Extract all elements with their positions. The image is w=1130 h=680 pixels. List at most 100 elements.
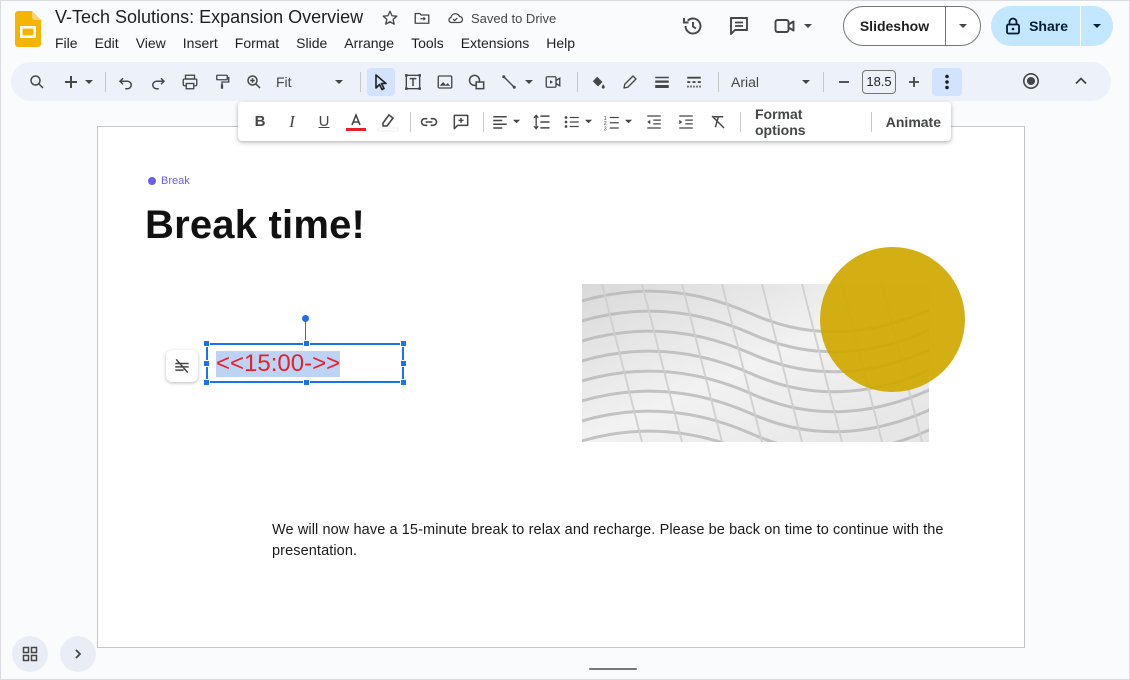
line-spacing-icon[interactable]: [528, 108, 556, 136]
border-color-icon[interactable]: [616, 68, 644, 96]
select-tool-icon[interactable]: [367, 67, 395, 96]
decorative-gold-circle[interactable]: [820, 247, 965, 392]
record-icon[interactable]: [1017, 67, 1045, 95]
border-weight-icon[interactable]: [648, 68, 676, 96]
menu-tools[interactable]: Tools: [411, 33, 450, 53]
chevron-down-icon: [959, 24, 968, 28]
zoom-value: Fit: [276, 73, 292, 90]
increase-font-size-icon[interactable]: [900, 68, 928, 96]
timer-text[interactable]: <<15:00->>: [216, 351, 341, 377]
text-color-icon[interactable]: [342, 108, 370, 136]
decrease-font-size-icon[interactable]: [830, 68, 858, 96]
menu-insert[interactable]: Insert: [183, 33, 224, 53]
redo-icon[interactable]: [144, 68, 172, 96]
new-slide-icon[interactable]: [57, 68, 85, 96]
font-select[interactable]: Arial: [725, 74, 817, 90]
add-comment-icon[interactable]: [447, 108, 475, 136]
print-icon[interactable]: [176, 68, 204, 96]
text-options-chip[interactable]: [166, 350, 198, 382]
slideshow-dropdown-button[interactable]: [946, 7, 980, 45]
underline-icon[interactable]: U: [310, 108, 338, 136]
move-folder-icon[interactable]: [413, 9, 431, 27]
menu-arrange[interactable]: Arrange: [344, 33, 400, 53]
shape-icon[interactable]: [463, 68, 491, 96]
resize-handle-ne[interactable]: [400, 340, 407, 347]
menu-slide[interactable]: Slide: [296, 33, 333, 53]
kicker-dot: [148, 177, 156, 185]
share-button[interactable]: Share: [991, 6, 1081, 46]
toolbar-divider: [410, 111, 411, 132]
decrease-indent-icon[interactable]: [640, 108, 668, 136]
insert-image-icon[interactable]: [431, 68, 459, 96]
more-options-icon[interactable]: [932, 67, 962, 96]
zoom-icon[interactable]: [240, 68, 268, 96]
chevron-down-icon: [335, 79, 343, 84]
timer-text-box[interactable]: <<15:00->>: [203, 340, 407, 386]
slide-canvas[interactable]: Break Break time! <<15:00->> We will now…: [97, 126, 1025, 648]
menu-edit[interactable]: Edit: [95, 33, 125, 53]
rotation-handle-stem: [305, 320, 306, 342]
star-icon[interactable]: [381, 9, 399, 27]
resize-handle-nw[interactable]: [203, 340, 210, 347]
zoom-select[interactable]: Fit: [272, 74, 350, 90]
italic-icon[interactable]: I: [278, 108, 306, 136]
slide-title[interactable]: Break time!: [145, 203, 365, 248]
text-box-icon[interactable]: [399, 68, 427, 96]
resize-handle-se[interactable]: [400, 379, 407, 386]
menu-extensions[interactable]: Extensions: [461, 33, 535, 53]
slide-body-text[interactable]: We will now have a 15-minute break to re…: [272, 520, 972, 562]
line-icon[interactable]: [495, 68, 523, 96]
bulleted-list-icon[interactable]: [560, 108, 596, 136]
increase-indent-icon[interactable]: [672, 108, 700, 136]
cloud-saved-icon[interactable]: Saved to Drive: [445, 9, 556, 27]
menu-help[interactable]: Help: [546, 33, 581, 53]
expand-filmstrip-button[interactable]: [60, 636, 96, 672]
slideshow-button[interactable]: Slideshow: [844, 7, 947, 45]
toolbar-divider: [823, 71, 824, 92]
new-slide-dropdown-icon[interactable]: [83, 68, 95, 96]
font-size-input[interactable]: 18.5: [862, 69, 896, 94]
menu-view[interactable]: View: [136, 33, 172, 53]
menu-format[interactable]: Format: [235, 33, 285, 53]
resize-handle-e[interactable]: [400, 360, 407, 367]
speaker-notes-drag-handle[interactable]: [589, 668, 637, 670]
resize-handle-w[interactable]: [203, 360, 210, 367]
meet-icon[interactable]: [765, 6, 821, 46]
comments-icon[interactable]: [719, 6, 759, 46]
bold-icon[interactable]: B: [246, 108, 274, 136]
align-icon[interactable]: [488, 108, 524, 136]
toolbar-divider: [483, 111, 484, 132]
search-menus-icon[interactable]: [23, 68, 51, 96]
collapse-toolbar-icon[interactable]: [1067, 67, 1095, 95]
highlight-color-icon[interactable]: [374, 108, 402, 136]
border-dash-icon[interactable]: [680, 68, 708, 96]
resize-handle-sw[interactable]: [203, 379, 210, 386]
rotation-handle[interactable]: [302, 315, 309, 322]
toolbar-divider: [718, 71, 719, 92]
grid-icon: [22, 646, 38, 662]
numbered-list-icon[interactable]: 123: [600, 108, 636, 136]
line-dropdown-icon[interactable]: [523, 68, 535, 96]
undo-icon[interactable]: [112, 68, 140, 96]
slide-kicker[interactable]: Break: [148, 175, 190, 187]
app-window: V-Tech Solutions: Expansion Overview Sav…: [0, 0, 1130, 680]
menu-file[interactable]: File: [55, 33, 84, 53]
version-history-icon[interactable]: [673, 6, 713, 46]
kicker-text: Break: [161, 175, 190, 187]
insert-video-icon[interactable]: [539, 68, 567, 96]
paint-format-icon[interactable]: [208, 68, 236, 96]
clear-formatting-icon[interactable]: [704, 108, 732, 136]
share-dropdown-button[interactable]: [1081, 6, 1113, 46]
resize-handle-s[interactable]: [303, 379, 310, 386]
format-options-button[interactable]: Format options: [745, 106, 867, 138]
slides-logo[interactable]: [15, 11, 41, 47]
svg-text:3: 3: [604, 126, 607, 131]
insert-link-icon[interactable]: [415, 108, 443, 136]
grid-view-button[interactable]: [12, 636, 48, 672]
fill-color-icon[interactable]: [584, 68, 612, 96]
animate-button[interactable]: Animate: [876, 114, 951, 130]
lock-icon: [1006, 17, 1020, 35]
document-title[interactable]: V-Tech Solutions: Expansion Overview: [55, 7, 363, 28]
resize-handle-n[interactable]: [303, 340, 310, 347]
text-strike-options-icon: [175, 358, 189, 374]
